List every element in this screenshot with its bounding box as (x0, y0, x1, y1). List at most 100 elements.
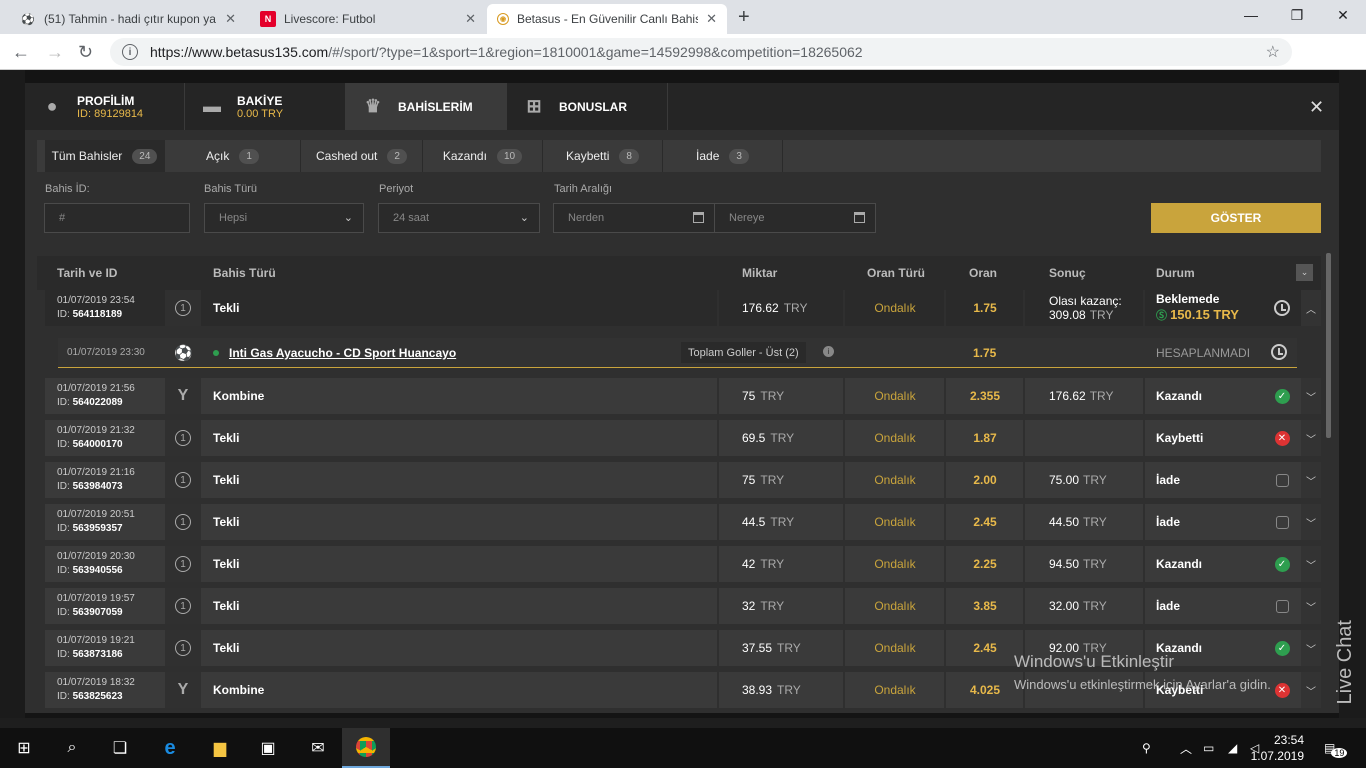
close-tab-icon[interactable]: ✕ (465, 11, 476, 27)
filter-tab-all[interactable]: Tüm Bahisler 24 (45, 140, 165, 172)
info-icon[interactable]: i (122, 44, 138, 60)
date-to-input[interactable]: Nereye (714, 203, 876, 233)
filter-label: Kaybetti (566, 149, 610, 163)
new-tab-button[interactable]: + (738, 6, 750, 29)
forward-arrow-icon[interactable]: → (46, 42, 64, 63)
bet-date: 01/07/2019 21:56 (57, 383, 135, 394)
clock-date[interactable]: 23:54 1.07.2019 (1251, 728, 1304, 768)
close-tab-icon[interactable]: ✕ (706, 11, 717, 27)
maximize-icon[interactable]: ❐ (1274, 0, 1320, 30)
bet-type: Tekli (213, 599, 240, 613)
mail-icon[interactable]: ✉ (294, 728, 342, 768)
people-icon[interactable]: ⚲ (1142, 728, 1151, 768)
bet-date-id: 01/07/2019 23:54 ID: 564118189 (57, 295, 135, 320)
filter-tab-refund[interactable]: İade 3 (663, 140, 783, 172)
minimize-icon[interactable]: — (1228, 0, 1274, 30)
tab-my-bets[interactable]: ♛ BAHİSLERİM (346, 83, 507, 130)
close-modal-icon[interactable]: ✕ (1309, 97, 1324, 118)
chevron-down-icon[interactable]: ﹀ (1301, 588, 1321, 624)
back-arrow-icon[interactable]: ← (12, 42, 30, 63)
tab-title: Livescore: Futbol (284, 12, 376, 26)
x-circle-icon: ✕ (1274, 430, 1290, 446)
date-from-placeholder: Nerden (568, 212, 605, 224)
file-explorer-icon[interactable]: ▆ (196, 728, 244, 768)
bet-date: 01/07/2019 23:54 (57, 295, 135, 306)
collapse-all-icon[interactable]: ⌄ (1296, 264, 1313, 281)
battery-icon[interactable]: ▭ (1203, 728, 1214, 768)
table-row[interactable]: 01/07/2019 20:30 ID: 563940556 1 Tekli 42 TRY… (45, 546, 1321, 582)
bookmark-star-icon[interactable]: ☆ (1266, 42, 1280, 62)
tab-bonuses[interactable]: ⊞ BONUSLAR (507, 83, 668, 130)
table-row[interactable]: 01/07/2019 21:32 ID: 564000170 1 Tekli 69.5 T… (45, 420, 1321, 456)
live-chat-tab[interactable]: Live Chat (1334, 620, 1357, 705)
odds-type: Ondalık (874, 683, 916, 697)
date-from-input[interactable]: Nerden (553, 203, 715, 233)
tray-up-icon[interactable]: ︿ (1180, 728, 1192, 768)
col-date-id: Tarih ve ID (57, 266, 118, 280)
period-select[interactable]: 24 saat ⌄ (378, 203, 540, 233)
browser-tab-3[interactable]: ◉ Betasus - En Güvenilir Canlı Bahis ✕ (487, 4, 727, 34)
edge-icon[interactable]: e (146, 728, 194, 768)
address-bar[interactable]: i https://www.betasus135.com /#/sport/?t… (110, 38, 1292, 66)
bet-amount: 32 TRY (742, 599, 785, 613)
scrollbar[interactable] (1326, 253, 1331, 438)
bet-status: İade (1156, 473, 1181, 487)
filter-tab-cashed-out[interactable]: Cashed out 2 (301, 140, 423, 172)
status-icon: ✓ (1270, 630, 1294, 666)
close-tab-icon[interactable]: ✕ (225, 11, 236, 27)
chevron-down-icon[interactable]: ﹀ (1301, 378, 1321, 414)
refund-icon (1275, 599, 1289, 613)
chevron-down-icon[interactable]: ﹀ (1301, 420, 1321, 456)
calendar-icon[interactable] (693, 212, 704, 223)
soccer-ball-icon: ⚽ (174, 345, 193, 362)
browser-tab-1[interactable]: ⚽ (51) Tahmin - hadi çıtır kupon ya ✕ (10, 4, 246, 34)
windows-start-icon[interactable]: ⊞ (0, 728, 48, 768)
filter-tab-open[interactable]: Açık 1 (165, 140, 301, 172)
chevron-down-icon[interactable]: ﹀ (1301, 462, 1321, 498)
browser-tab-2[interactable]: N Livescore: Futbol ✕ (250, 4, 486, 34)
bet-type-icon: 1 (165, 504, 201, 540)
bet-date-id: 01/07/2019 20:51 ID: 563959357 (57, 509, 135, 534)
chevron-down-icon[interactable]: ﹀ (1301, 630, 1321, 666)
chevron-down-icon[interactable]: ﹀ (1301, 504, 1321, 540)
bet-amount: 37.55 TRY (742, 641, 801, 655)
search-icon[interactable]: ⌕ (48, 728, 96, 768)
notifications-icon[interactable]: ▤ 19 (1324, 728, 1348, 768)
match-link[interactable]: Inti Gas Ayacucho - CD Sport Huancayo (229, 346, 456, 360)
bet-date: 01/07/2019 20:30 (57, 551, 135, 562)
info-icon[interactable]: i (823, 346, 834, 357)
close-window-icon[interactable]: ✕ (1320, 0, 1366, 30)
bet-type-select[interactable]: Hepsi ⌄ (204, 203, 364, 233)
table-row[interactable]: 01/07/2019 23:54 ID: 564118189 1 Tekli 17… (45, 290, 1321, 326)
check-circle-icon: ✓ (1274, 640, 1290, 656)
tab-balance[interactable]: ▬ BAKİYE 0.00 TRY (185, 83, 346, 130)
show-button[interactable]: GÖSTER (1151, 203, 1321, 233)
chevron-up-icon[interactable]: ︿ (1301, 290, 1321, 326)
tab-title: (51) Tahmin - hadi çıtır kupon ya (44, 12, 216, 26)
chrome-icon[interactable] (342, 728, 390, 768)
bet-type: Kombine (213, 389, 265, 403)
count-badge: 2 (387, 148, 407, 164)
chevron-down-icon[interactable]: ﹀ (1301, 546, 1321, 582)
bet-type: Kombine (213, 683, 265, 697)
filter-tab-won[interactable]: Kazandı 10 (423, 140, 543, 172)
table-row[interactable]: 01/07/2019 21:16 ID: 563984073 1 Tekli 75 TRY… (45, 462, 1321, 498)
tab-profile[interactable]: ● PROFİLİM ID: 89129814 (25, 83, 185, 130)
wifi-icon[interactable]: ◢ (1228, 728, 1237, 768)
filter-tab-lost[interactable]: Kaybetti 8 (543, 140, 663, 172)
table-row[interactable]: 01/07/2019 20:51 ID: 563959357 1 Tekli 44.5 T… (45, 504, 1321, 540)
table-row[interactable]: 01/07/2019 21:56 ID: 564022089 Y Kombine 75 T… (45, 378, 1321, 414)
store-icon[interactable]: ▣ (244, 728, 292, 768)
reload-icon[interactable]: ↻ (78, 42, 93, 63)
calendar-icon[interactable] (854, 212, 865, 223)
odds-type: Ondalık (874, 515, 916, 529)
single-bet-icon: 1 (175, 598, 191, 614)
odds-type: Ondalık (874, 599, 916, 613)
event-date: 01/07/2019 23:30 (67, 347, 145, 358)
soccer-ball-icon: ⚽ (21, 13, 35, 26)
chevron-down-icon[interactable]: ﹀ (1301, 672, 1321, 708)
table-row[interactable]: 01/07/2019 19:57 ID: 563907059 1 Tekli 32 TRY… (45, 588, 1321, 624)
bet-type-icon: Y (165, 378, 201, 414)
bet-id-input[interactable]: # (44, 203, 190, 233)
task-view-icon[interactable]: ❏ (96, 728, 144, 768)
